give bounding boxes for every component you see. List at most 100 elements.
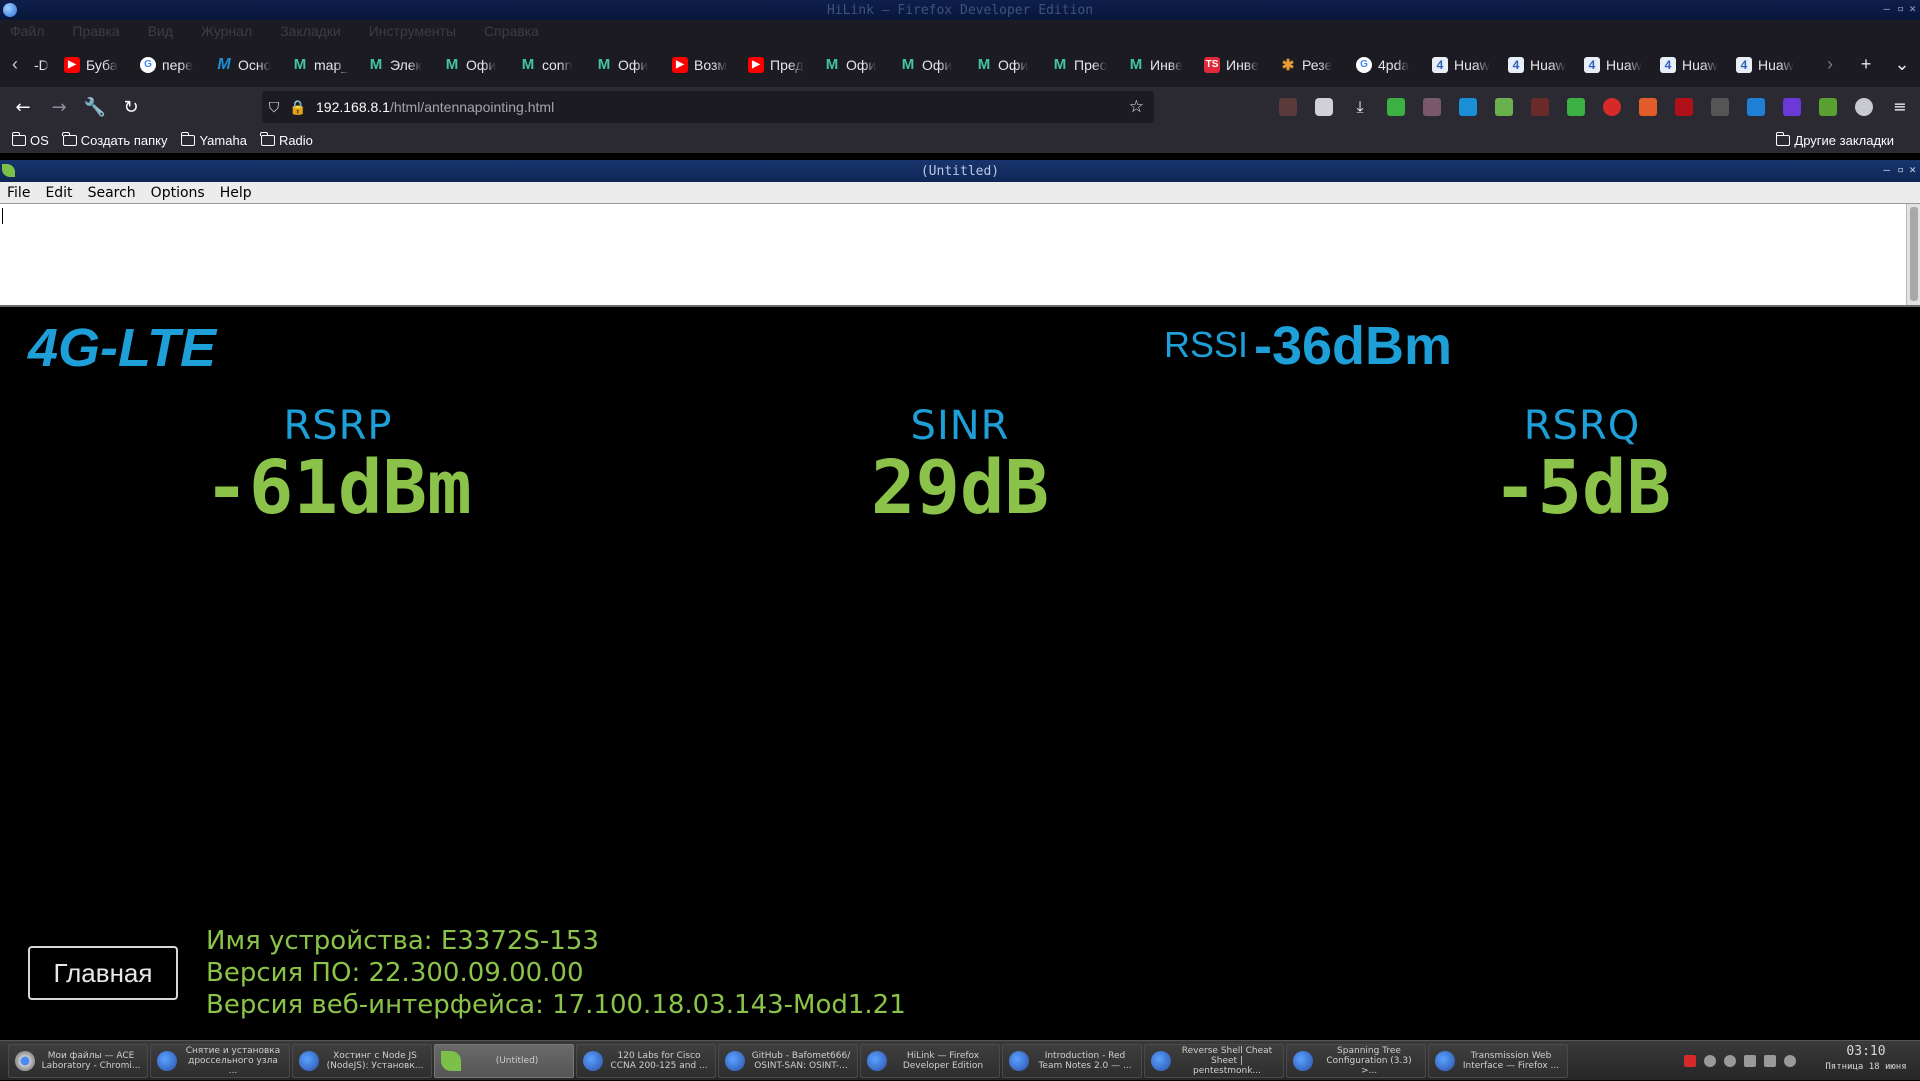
clock[interactable]: 03:10 Пятница 18 июня (1816, 1044, 1916, 1072)
browser-tab[interactable]: M Осно (212, 57, 288, 73)
editor-menu-help[interactable]: Help (220, 185, 252, 201)
taskbar-task[interactable]: Introduction - Red Team Notes 2.0 — ... (1002, 1043, 1142, 1078)
maximize-icon[interactable]: ▫ (1897, 2, 1904, 15)
close-icon[interactable]: ✕ (1909, 2, 1916, 15)
menu-file[interactable]: Файл (10, 23, 44, 39)
browser-tab[interactable]: 4 Huaw (1580, 56, 1656, 73)
editor-menu-options[interactable]: Options (151, 185, 205, 201)
bookmark-folder-create[interactable]: Создать папку (62, 131, 167, 148)
browser-tab[interactable]: 4 Huaw (1504, 56, 1580, 73)
taskbar-task[interactable]: Reverse Shell Cheat Sheet | pentestmonk..… (1144, 1043, 1284, 1078)
menu-view[interactable]: Вид (148, 23, 173, 39)
bookmark-folder-os[interactable]: OS (11, 131, 49, 148)
taskbar-task[interactable]: Хостинг с Node JS (NodeJS): Установк... (292, 1043, 432, 1078)
extension-icon[interactable] (1783, 98, 1801, 116)
minimize-icon[interactable]: – (1883, 2, 1890, 15)
tabs-scroll-left-icon[interactable]: ‹ (0, 54, 30, 75)
url-bar[interactable]: ⛉ 🔒 192.168.8.1 /html/antennapointing.ht… (262, 91, 1154, 123)
browser-tab[interactable]: M Элек (364, 57, 440, 73)
taskbar-task[interactable]: Мои файлы — ACE Laboratory - Chromi... (8, 1043, 148, 1078)
window-title-bar[interactable]: HiLink — Firefox Developer Edition – ▫ ✕ (0, 0, 1920, 20)
extension-icon[interactable] (1567, 98, 1585, 116)
extension-icon[interactable] (1603, 98, 1621, 116)
taskbar-task[interactable]: Spanning Tree Configuration (3.3) >... (1286, 1043, 1426, 1078)
bookmark-folder-radio[interactable]: Radio (260, 131, 313, 148)
extension-icon[interactable] (1495, 98, 1513, 116)
other-bookmarks[interactable]: Другие закладки (1775, 127, 1894, 153)
editor-scrollbar[interactable] (1906, 204, 1920, 305)
update-icon[interactable] (1724, 1055, 1736, 1067)
browser-tab[interactable]: 4 Huaw (1428, 56, 1504, 73)
browser-tab[interactable]: ▶ Пред (744, 56, 820, 73)
extension-icon[interactable] (1711, 98, 1729, 116)
browser-tab[interactable]: Mconn (516, 57, 592, 73)
shield-icon[interactable]: ⛉ (262, 99, 286, 116)
browser-tab[interactable]: M Офи (592, 57, 668, 73)
editor-close-icon[interactable]: ✕ (1909, 163, 1916, 176)
browser-tab[interactable]: M Инве (1124, 57, 1200, 73)
editor-menu-edit[interactable]: Edit (45, 185, 72, 201)
browser-tab[interactable]: M Офи (440, 57, 516, 73)
browser-tab[interactable]: 4 Huaw (1732, 56, 1808, 73)
volume-icon[interactable] (1764, 1055, 1776, 1067)
tabs-scroll-right-icon[interactable]: › (1812, 54, 1848, 75)
wrench-icon[interactable]: 🔧 (77, 91, 113, 123)
menu-tools[interactable]: Инструменты (369, 23, 456, 39)
taskbar-task[interactable]: GitHub - Bafomet666/OSINT-SAN: OSINT-... (718, 1043, 858, 1078)
browser-tab[interactable]: TS Инве (1200, 56, 1276, 73)
menu-edit[interactable]: Правка (72, 23, 119, 39)
notification-icon[interactable] (1784, 1055, 1796, 1067)
downloads-icon[interactable]: ⤓ (1351, 98, 1369, 116)
shield-extension-icon[interactable] (1387, 98, 1405, 116)
home-button[interactable]: Главная (28, 946, 178, 1000)
forward-button[interactable]: → (41, 91, 77, 123)
editor-restore-icon[interactable]: ▫ (1897, 163, 1904, 176)
editor-menu-file[interactable]: File (7, 185, 30, 201)
taskbar-task[interactable]: (Untitled) (434, 1043, 574, 1078)
extension-icon[interactable] (1279, 98, 1297, 116)
lock-icon[interactable]: 🔒 (286, 99, 310, 116)
editor-minimize-icon[interactable]: – (1883, 163, 1890, 176)
browser-tab[interactable]: -D (30, 57, 60, 73)
editor-title-bar[interactable]: (Untitled) – ▫ ✕ (0, 160, 1920, 182)
browser-tab[interactable]: Mmap_ (288, 57, 364, 73)
list-all-tabs-icon[interactable]: ⌄ (1884, 54, 1920, 75)
hamburger-menu-icon[interactable]: ≡ (1891, 98, 1909, 116)
browser-tab[interactable]: ✱ Резе (1276, 57, 1352, 73)
menu-bookmarks[interactable]: Закладки (280, 23, 341, 39)
browser-tab[interactable]: M Офи (820, 57, 896, 73)
extension-icon[interactable] (1747, 98, 1765, 116)
new-tab-button[interactable]: + (1848, 54, 1884, 75)
globe-icon[interactable] (1855, 98, 1873, 116)
editor-menu-search[interactable]: Search (88, 185, 136, 201)
browser-tab[interactable]: ▶ Буба (60, 56, 136, 73)
browser-tab[interactable]: 4 Huaw (1656, 56, 1732, 73)
mail-icon[interactable] (1684, 1055, 1696, 1067)
extension-icon[interactable] (1423, 98, 1441, 116)
extension-icon[interactable] (1531, 98, 1549, 116)
browser-tab[interactable]: M Офи (972, 57, 1048, 73)
taskbar-task[interactable]: HiLink — Firefox Developer Edition (860, 1043, 1000, 1078)
ublock-icon[interactable] (1675, 98, 1693, 116)
bookmark-star-icon[interactable]: ☆ (1129, 97, 1144, 117)
menu-help[interactable]: Справка (484, 23, 539, 39)
network-icon[interactable] (1704, 1055, 1716, 1067)
browser-tab[interactable]: M Прео (1048, 57, 1124, 73)
extension-icon[interactable] (1819, 98, 1837, 116)
browser-tab[interactable]: M Офи (896, 57, 972, 73)
browser-tab[interactable]: G 4pda (1352, 56, 1428, 73)
editor-text-area[interactable] (0, 203, 1920, 307)
bookmark-folder-yamaha[interactable]: Yamaha (180, 131, 247, 148)
taskbar-task[interactable]: Transmission Web Interface — Firefox ... (1428, 1043, 1568, 1078)
browser-tab[interactable]: ▶ Возм (668, 56, 744, 73)
taskbar-task[interactable]: Снятие и установка дроссельного узла ... (150, 1043, 290, 1078)
back-button[interactable]: ← (5, 91, 41, 123)
extension-icon[interactable] (1639, 98, 1657, 116)
reload-button[interactable]: ↻ (113, 91, 149, 123)
extension-icon[interactable] (1459, 98, 1477, 116)
menu-history[interactable]: Журнал (201, 23, 252, 39)
taskbar-task[interactable]: 120 Labs for Cisco CCNA 200-125 and ... (576, 1043, 716, 1078)
pocket-icon[interactable] (1315, 98, 1333, 116)
browser-tab[interactable]: Gпере (136, 56, 212, 73)
display-icon[interactable] (1744, 1055, 1756, 1067)
